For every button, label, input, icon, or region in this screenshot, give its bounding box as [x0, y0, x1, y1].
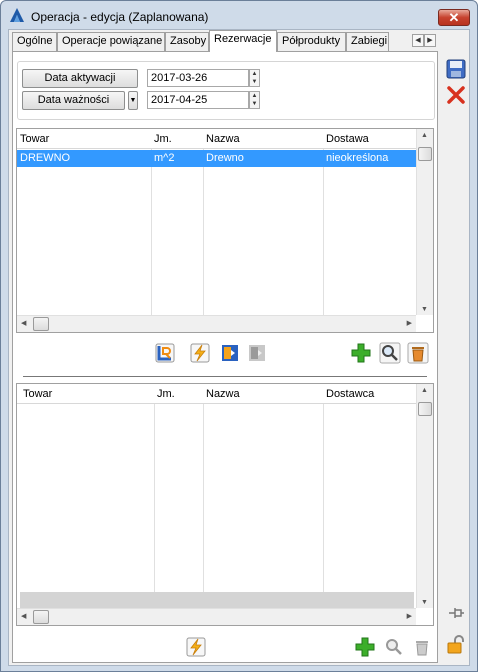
tab-polprodukty[interactable]: Półprodukty — [277, 32, 346, 51]
cancel-icon[interactable] — [445, 84, 467, 106]
column-separator — [154, 404, 155, 610]
cell-dostawa: nieokreślona — [326, 152, 389, 164]
vertical-scrollbar[interactable]: ▲ ▼ — [416, 129, 433, 315]
validity-date-field[interactable]: 2017-04-25 — [147, 91, 249, 109]
tab-scroll-right-button[interactable]: ▶ — [424, 34, 436, 47]
lightning-icon[interactable] — [185, 636, 207, 658]
details-grid-header: Towar Jm. Nazwa Dostawca — [17, 384, 416, 404]
tab-zasoby[interactable]: Zasoby — [165, 32, 209, 51]
column-header-nazwa[interactable]: Nazwa — [203, 384, 240, 404]
cell-towar: DREWNO — [20, 152, 71, 164]
reservation-details-grid[interactable]: Towar Jm. Nazwa Dostawca ▲ ▼ ◀ ▶ — [16, 383, 434, 626]
column-header-dostawa[interactable]: Dostawa — [323, 129, 369, 149]
window: Operacja - edycja (Zaplanowana) ✕ Ogólne… — [0, 0, 478, 672]
column-separator — [323, 404, 324, 610]
save-icon[interactable] — [445, 58, 467, 80]
add-icon[interactable] — [350, 342, 372, 364]
scroll-thumb[interactable] — [418, 402, 432, 416]
reservations-panel: Data aktywacji 2017-03-26 ▲ ▼ Data ważnoś… — [12, 51, 438, 663]
tab-zabiegi[interactable]: Zabiegi — [346, 32, 389, 51]
tab-scroll-left-button[interactable]: ◀ — [412, 34, 424, 47]
column-header-nazwa[interactable]: Nazwa — [203, 129, 240, 149]
reservations-grid-header: Towar Jm. Nazwa Dostawa — [17, 129, 416, 149]
section-divider — [23, 376, 427, 378]
column-header-jm[interactable]: Jm. — [151, 129, 172, 149]
lightning-icon[interactable] — [189, 342, 211, 364]
activation-date-spinner[interactable]: ▲ ▼ — [249, 69, 260, 87]
add-icon[interactable] — [354, 636, 376, 658]
cell-nazwa: Drewno — [206, 152, 244, 164]
column-separator — [203, 149, 204, 317]
window-title: Operacja - edycja (Zaplanowana) — [31, 10, 209, 24]
client-area: Ogólne Operacje powiązane Zasoby Rezerwa… — [8, 29, 470, 666]
release-icon[interactable] — [246, 342, 268, 364]
lock-icon[interactable] — [445, 634, 467, 656]
column-header-dostawca[interactable]: Dostawca — [323, 384, 374, 404]
column-separator — [323, 149, 324, 317]
tab-operacje-powiazane[interactable]: Operacje powiązane — [57, 32, 165, 51]
resource-icon[interactable] — [154, 342, 176, 364]
cell-jm: m^2 — [154, 152, 175, 164]
validity-date-dropdown[interactable]: ▼ — [128, 91, 138, 110]
horizontal-scrollbar[interactable]: ◀ ▶ — [17, 315, 416, 332]
tab-ogolne[interactable]: Ogólne — [12, 32, 57, 51]
scroll-thumb[interactable] — [418, 147, 432, 161]
column-separator — [203, 404, 204, 610]
pin-icon[interactable] — [445, 602, 467, 624]
validity-date-button[interactable]: Data ważności — [22, 91, 125, 110]
activation-date-button[interactable]: Data aktywacji — [22, 69, 138, 88]
title-bar: Operacja - edycja (Zaplanowana) ✕ — [1, 1, 477, 29]
column-header-towar[interactable]: Towar — [20, 384, 52, 404]
scroll-thumb[interactable] — [33, 317, 49, 331]
search-icon[interactable] — [379, 342, 401, 364]
activation-date-field[interactable]: 2017-03-26 — [147, 69, 249, 87]
vertical-scrollbar[interactable]: ▲ ▼ — [416, 384, 433, 608]
validity-date-spinner[interactable]: ▲ ▼ — [249, 91, 260, 109]
reservations-grid[interactable]: Towar Jm. Nazwa Dostawa DREWNO m^2 Drewn… — [16, 128, 434, 333]
search-icon — [386, 639, 402, 655]
table-row[interactable]: DREWNO m^2 Drewno nieokreślona — [17, 150, 416, 167]
dates-group: Data aktywacji 2017-03-26 ▲ ▼ Data ważnoś… — [17, 61, 435, 120]
close-button[interactable]: ✕ — [438, 9, 470, 26]
tab-strip: Ogólne Operacje powiązane Zasoby Rezerwa… — [12, 30, 392, 52]
app-logo-icon — [10, 8, 24, 22]
tab-rezerwacje[interactable]: Rezerwacje — [209, 30, 277, 52]
horizontal-scrollbar[interactable]: ◀ ▶ — [17, 608, 416, 625]
column-header-towar[interactable]: Towar — [17, 129, 49, 149]
trash-icon[interactable] — [407, 342, 429, 364]
reserve-icon[interactable] — [219, 342, 241, 364]
column-separator — [151, 149, 152, 317]
trash-icon — [416, 641, 428, 656]
scroll-thumb[interactable] — [33, 610, 49, 624]
column-header-jm[interactable]: Jm. — [154, 384, 175, 404]
